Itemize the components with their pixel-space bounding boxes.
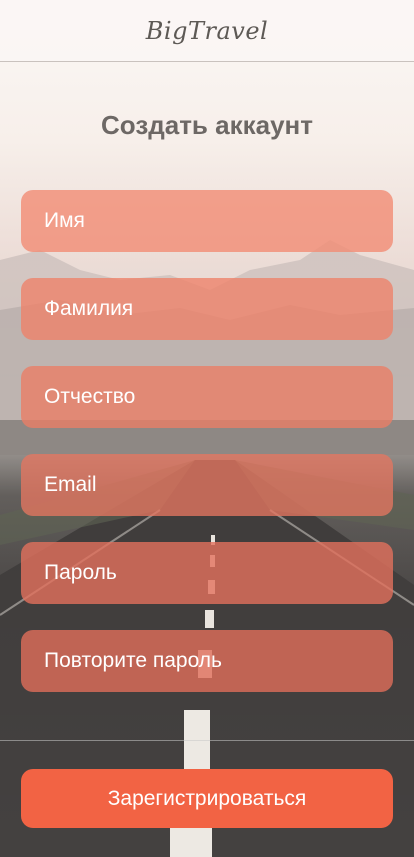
last-name-field[interactable]: Фамилия bbox=[21, 278, 393, 340]
page-title: Создать аккаунт bbox=[101, 110, 313, 140]
password-field[interactable]: Пароль bbox=[21, 542, 393, 604]
app-logo[interactable]: BigTravel bbox=[146, 17, 268, 45]
app-header: BigTravel bbox=[0, 0, 414, 62]
repeat-password-field[interactable]: Повторите пароль bbox=[21, 630, 393, 692]
footer-divider bbox=[0, 740, 414, 741]
register-button[interactable]: Зарегистрироваться bbox=[21, 769, 393, 828]
email-field[interactable]: Email bbox=[21, 454, 393, 516]
first-name-field[interactable]: Имя bbox=[21, 190, 393, 252]
patronymic-field[interactable]: Отчество bbox=[21, 366, 393, 428]
